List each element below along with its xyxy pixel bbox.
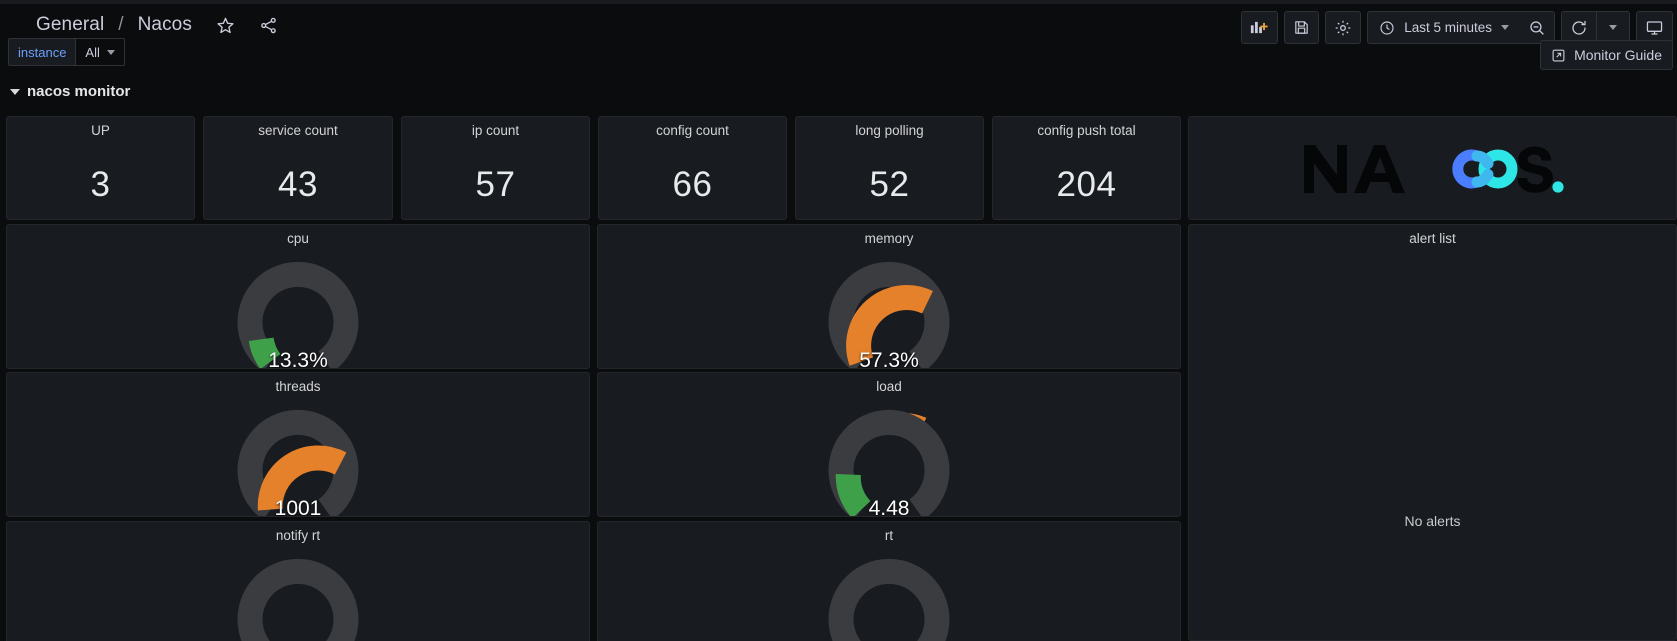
stat-value: 204 (1056, 165, 1117, 204)
stat-panel-config-count[interactable]: config count 66 (598, 116, 787, 220)
monitor-guide-label: Monitor Guide (1574, 47, 1662, 63)
chevron-down-icon (1501, 25, 1509, 30)
stat-value: 43 (278, 165, 318, 204)
gauge-panel-rt[interactable]: rt (597, 521, 1181, 641)
chevron-down-icon (1609, 25, 1617, 30)
gauge-graphic (7, 555, 589, 641)
panel-title: UP (91, 123, 110, 138)
breadcrumb: General / Nacos (8, 14, 278, 36)
stat-panel-service-count[interactable]: service count 43 (203, 116, 393, 220)
gauge-panel-memory[interactable]: memory 57.3% (597, 224, 1181, 369)
panel-title: threads (275, 379, 321, 394)
star-icon[interactable] (216, 16, 235, 35)
stat-value: 57 (475, 165, 516, 204)
row-title: nacos monitor (27, 83, 131, 100)
nacos-logo-panel (1188, 116, 1677, 220)
gauge-panel-cpu[interactable]: cpu 13.3% (6, 224, 590, 369)
panel-title: long polling (855, 123, 924, 138)
variable-picker-instance[interactable]: All (75, 38, 125, 66)
gauge-value: 57.3% (859, 349, 919, 369)
panel-title: config push total (1037, 123, 1136, 138)
stat-value: 66 (672, 165, 713, 204)
variable-label-instance: instance (8, 38, 76, 66)
breadcrumb-separator: / (118, 14, 124, 35)
grafana-dashboard: General / Nacos Last 5 minutes Monitor G… (0, 0, 1677, 641)
gauge-panel-threads[interactable]: threads 1001 (6, 372, 590, 517)
stat-panel-ip-count[interactable]: ip count 57 (401, 116, 590, 220)
gauge-panel-notify-rt[interactable]: notify rt (6, 521, 590, 641)
time-range-controls: Last 5 minutes (1367, 11, 1555, 44)
template-variables: instance All (8, 38, 125, 66)
time-range-label: Last 5 minutes (1404, 20, 1492, 35)
chevron-down-icon (10, 88, 20, 95)
gauge-panel-load[interactable]: load 4.48 (597, 372, 1181, 517)
external-link-icon (1552, 49, 1565, 61)
breadcrumb-folder[interactable]: General (36, 14, 104, 36)
panel-title: rt (884, 528, 894, 543)
stat-value: 52 (869, 165, 910, 204)
gauge-value: 13.3% (268, 349, 328, 369)
gauge-graphic (598, 555, 1180, 641)
panel-title: memory (864, 231, 914, 246)
dashboard-settings-button[interactable] (1325, 11, 1362, 44)
chevron-down-icon (106, 49, 115, 55)
panel-title: notify rt (275, 528, 321, 543)
gauge-value: 1001 (274, 497, 322, 517)
panel-title: cpu (287, 231, 309, 246)
panel-title: service count (258, 123, 338, 138)
nacos-logo (1303, 145, 1564, 193)
time-range-picker[interactable]: Last 5 minutes (1367, 11, 1520, 44)
panel-title: config count (656, 123, 729, 138)
alert-list-panel[interactable]: alert list No alerts (1188, 224, 1677, 641)
stat-panel-long-polling[interactable]: long polling 52 (795, 116, 984, 220)
save-dashboard-button[interactable] (1284, 11, 1320, 44)
variable-value-instance: All (85, 44, 100, 60)
stat-panel-config-push-total[interactable]: config push total 204 (992, 116, 1181, 220)
alert-list-empty-message: No alerts (1404, 513, 1461, 529)
clock-icon (1380, 20, 1394, 35)
gauge-value: 4.48 (868, 497, 910, 517)
add-panel-button[interactable] (1241, 11, 1279, 44)
panel-title: ip count (471, 123, 520, 138)
share-icon[interactable] (259, 16, 278, 35)
monitor-guide-button[interactable]: Monitor Guide (1540, 40, 1673, 70)
stat-panel-up[interactable]: UP 3 (6, 116, 195, 220)
panel-title: alert list (1409, 231, 1456, 246)
breadcrumb-dashboard[interactable]: Nacos (138, 14, 192, 36)
panel-title: load (876, 379, 902, 394)
row-header-nacos-monitor[interactable]: nacos monitor (10, 83, 130, 100)
stat-value: 3 (90, 165, 111, 204)
dashboard-grid-icon[interactable] (8, 17, 25, 34)
